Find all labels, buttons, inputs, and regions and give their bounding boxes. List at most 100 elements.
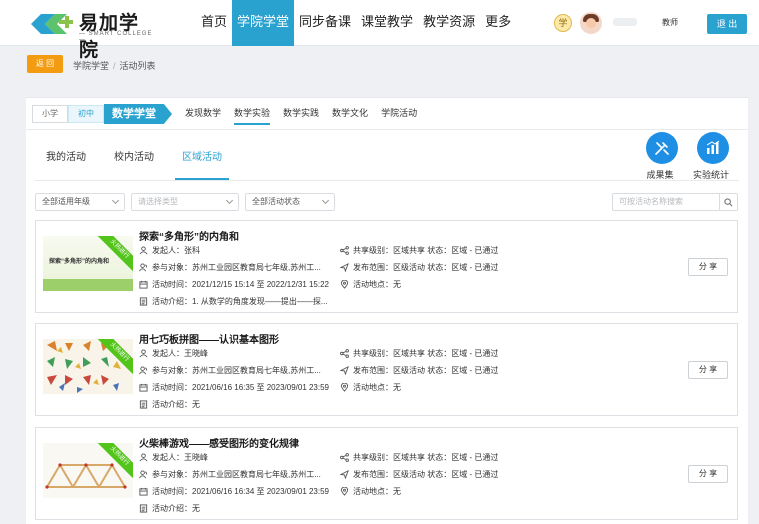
subject-tabs: 小学 初中 数学学堂 发现数学 数学实验 数学实践 数学文化 学院活动	[32, 103, 417, 125]
achievements-button[interactable]: 成果集	[645, 132, 679, 181]
divider	[26, 129, 748, 130]
share-icon	[340, 349, 349, 358]
tab-my-activities[interactable]: 我的活动	[46, 148, 86, 180]
tab-math-practice[interactable]: 数学实践	[283, 103, 319, 125]
user-name	[613, 18, 637, 26]
thumbnail-title: 探索“多角形”的内角和	[49, 259, 110, 265]
nav-more[interactable]: 更多	[480, 0, 516, 46]
chevron-down-icon	[225, 196, 234, 205]
search-button[interactable]	[719, 193, 738, 211]
tab-discover-math[interactable]: 发现数学	[185, 103, 221, 125]
tab-region-activities[interactable]: 区域活动	[175, 148, 229, 180]
time-row: 活动时间： 2021/06/16 16:35 至 2023/09/01 23:59	[139, 382, 329, 393]
share-level-row: 共享级别： 区域共享 状态：区域 - 已通过	[340, 452, 498, 463]
initiator-row: 发起人： 王晓峰	[139, 452, 208, 463]
activity-tabs: 我的活动 校内活动 区域活动	[46, 148, 257, 180]
nav-classroom[interactable]: 课堂教学	[356, 0, 418, 46]
target-row: 参与对象： 苏州工业园区教育局七年级,苏州工...	[139, 469, 321, 480]
status-select[interactable]: 全部活动状态	[245, 193, 335, 211]
initiator-row: 发起人： 张科	[139, 245, 200, 256]
achievements-label: 成果集	[646, 170, 674, 180]
tab-math-experiment[interactable]: 数学实验	[234, 103, 271, 125]
tab-math-culture[interactable]: 数学文化	[332, 103, 368, 125]
edit-ruler-icon	[655, 142, 669, 155]
scope-row: 发布范围： 区级活动 状态：区域 - 已通过	[340, 262, 498, 273]
logo-icon	[31, 14, 73, 34]
nav-home[interactable]: 首页	[196, 0, 232, 46]
intro-row: 活动介绍：无	[139, 399, 200, 410]
type-select[interactable]: 请选择类型	[131, 193, 239, 211]
activity-card[interactable]: 探索“多角形”的内角和 火热进行 探索“多角形”的内角和 发起人： 张科 参与对象…	[35, 220, 738, 313]
activity-title[interactable]: 用七巧板拼图——认识基本图形	[139, 331, 279, 346]
subject-tag: 数学学堂	[104, 104, 172, 124]
tab-school-activities[interactable]: 校内活动	[114, 148, 154, 180]
send-icon	[340, 470, 349, 479]
time-row: 活动时间： 2021/12/15 15:14 至 2022/12/31 15:22	[139, 279, 329, 290]
time-row: 活动时间： 2021/06/16 16:34 至 2023/09/01 23:59	[139, 486, 329, 497]
back-button[interactable]: 返 回	[27, 55, 63, 73]
location-icon	[340, 280, 349, 289]
activity-thumbnail: 火热进行	[43, 443, 133, 498]
chevron-down-icon	[321, 196, 330, 205]
send-icon	[340, 263, 349, 272]
user-role: 教师	[662, 18, 678, 27]
activity-thumbnail: 火热进行	[43, 339, 133, 394]
avatar[interactable]	[580, 12, 602, 34]
document-icon	[139, 400, 148, 409]
location-icon	[340, 487, 349, 496]
breadcrumb: 学院学堂 / 活动列表	[73, 61, 156, 71]
intro-row: 活动介绍： 1. 从数学的角度发现——提出——探...	[139, 296, 328, 307]
activity-thumbnail: 探索“多角形”的内角和 火热进行	[43, 236, 133, 291]
medal-icon[interactable]: 学	[554, 14, 572, 32]
users-icon	[139, 470, 147, 479]
share-button[interactable]: 分 享	[688, 465, 728, 483]
place-row: 活动地点：无	[340, 382, 401, 393]
activity-title[interactable]: 探索“多角形”的内角和	[139, 228, 239, 243]
logo[interactable]: 易加学院 — SMART COLLEGE —	[27, 7, 157, 61]
search-input[interactable]: 可按活动名称搜索	[612, 193, 720, 211]
location-icon	[340, 383, 349, 392]
search-icon	[724, 197, 733, 206]
intro-row: 活动介绍：无	[139, 503, 200, 514]
target-row: 参与对象： 苏州工业园区教育局七年级,苏州工...	[139, 262, 321, 273]
share-level-row: 共享级别： 区域共享 状态：区域 - 已通过	[340, 348, 498, 359]
level-junior[interactable]: 初中	[68, 105, 104, 123]
main-panel: 小学 初中 数学学堂 发现数学 数学实验 数学实践 数学文化 学院活动 我的活动…	[26, 97, 748, 524]
document-icon	[139, 504, 148, 513]
target-row: 参与对象： 苏州工业园区教育局七年级,苏州工...	[139, 365, 321, 376]
calendar-icon	[139, 280, 148, 289]
share-icon	[340, 246, 349, 255]
place-row: 活动地点：无	[340, 279, 401, 290]
nav-lesson-prep[interactable]: 同步备课	[294, 0, 356, 46]
calendar-icon	[139, 383, 148, 392]
scope-row: 发布范围： 区级活动 状态：区域 - 已通过	[340, 469, 498, 480]
place-row: 活动地点：无	[340, 486, 401, 497]
activity-card[interactable]: 火热进行 火柴棒游戏——感受图形的变化规律 发起人： 王晓峰 参与对象： 苏州工业园…	[35, 427, 738, 520]
bar-chart-icon	[706, 140, 720, 154]
top-navbar: 易加学院 — SMART COLLEGE — 首页 学院学堂 同步备课 课堂教学…	[0, 0, 759, 61]
grade-select[interactable]: 全部适用年级	[35, 193, 125, 211]
logo-subtitle: — SMART COLLEGE —	[79, 31, 153, 43]
chevron-down-icon	[111, 196, 120, 205]
logout-button[interactable]: 退 出	[707, 14, 747, 34]
users-icon	[139, 263, 147, 272]
nav-resources[interactable]: 教学资源	[418, 0, 480, 46]
scope-row: 发布范围： 区级活动 状态：区域 - 已通过	[340, 365, 498, 376]
share-level-row: 共享级别： 区域共享 状态：区域 - 已通过	[340, 245, 498, 256]
breadcrumb-item[interactable]: 学院学堂	[73, 61, 109, 71]
breadcrumb-item: 活动列表	[119, 61, 156, 71]
activity-title[interactable]: 火柴棒游戏——感受图形的变化规律	[139, 435, 299, 450]
send-icon	[340, 366, 349, 375]
share-button[interactable]: 分 享	[688, 361, 728, 379]
main-nav: 首页 学院学堂 同步备课 课堂教学 教学资源 更多	[196, 0, 516, 46]
activity-card[interactable]: 火热进行 用七巧板拼图——认识基本图形 发起人： 王晓峰 参与对象： 苏州工业园区教…	[35, 323, 738, 416]
experiment-stats-button[interactable]: 实验统计	[693, 132, 730, 181]
level-primary[interactable]: 小学	[32, 105, 68, 123]
divider	[34, 180, 739, 181]
document-icon	[139, 297, 148, 306]
share-icon	[340, 453, 349, 462]
share-button[interactable]: 分 享	[688, 258, 728, 276]
tab-college-activity[interactable]: 学院活动	[381, 103, 417, 125]
nav-college[interactable]: 学院学堂	[232, 0, 295, 46]
user-icon	[139, 349, 148, 358]
